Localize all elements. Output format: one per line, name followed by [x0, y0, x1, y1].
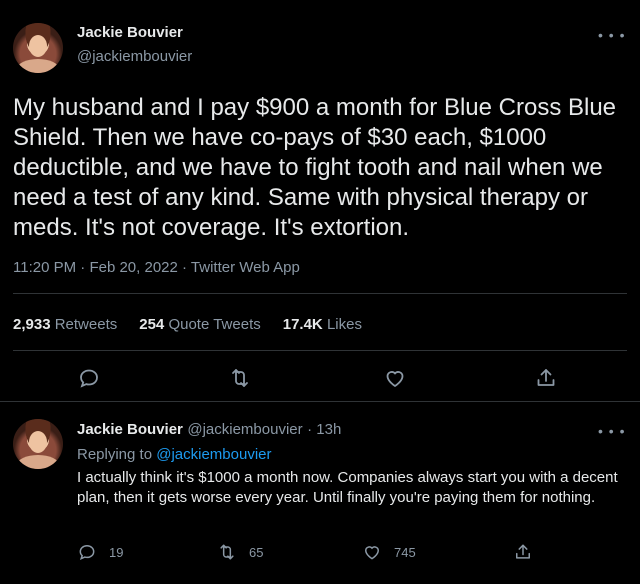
- replying-to-link[interactable]: @jackiembouvier: [156, 446, 271, 463]
- share-upload-icon: [516, 544, 530, 559]
- tweet-stats: 2,933 Retweets 254 Quote Tweets 17.4K Li…: [13, 316, 362, 333]
- tweet-date[interactable]: Feb 20, 2022: [89, 259, 177, 276]
- more-horizontal-icon[interactable]: • • •: [598, 28, 625, 42]
- reply-header: Jackie Bouvier @jackiembouvier · 13h: [77, 421, 342, 438]
- author-name[interactable]: Jackie Bouvier: [77, 421, 183, 438]
- avatar[interactable]: [13, 419, 63, 469]
- like-count: 745: [394, 544, 416, 560]
- retweets-stat[interactable]: 2,933 Retweets: [13, 316, 117, 333]
- divider: [13, 350, 627, 351]
- author-name[interactable]: Jackie Bouvier: [77, 24, 183, 42]
- more-horizontal-icon[interactable]: • • •: [598, 424, 625, 438]
- retweet-icon[interactable]: [228, 366, 252, 390]
- tweet-source[interactable]: Twitter Web App: [191, 259, 300, 276]
- tweet-meta: 11:20 PM · Feb 20, 2022 · Twitter Web Ap…: [13, 259, 300, 276]
- tweet-time[interactable]: 11:20 PM: [13, 259, 76, 276]
- avatar[interactable]: [13, 23, 63, 73]
- reply-bubble-icon[interactable]: [77, 366, 101, 390]
- reply-text: I actually think it's $1000 a month now.…: [77, 469, 618, 506]
- reply-bubble-icon: [79, 544, 95, 561]
- share-upload-icon[interactable]: [534, 366, 558, 390]
- share-button[interactable]: [513, 542, 533, 562]
- retweet-count: 65: [249, 544, 264, 560]
- like-button[interactable]: 745: [362, 542, 416, 562]
- author-handle[interactable]: @jackiembouvier: [187, 421, 302, 438]
- heart-icon[interactable]: [383, 366, 407, 390]
- likes-stat[interactable]: 17.4K Likes: [283, 316, 362, 333]
- heart-icon: [364, 546, 380, 560]
- quote-tweets-stat[interactable]: 254 Quote Tweets: [139, 316, 260, 333]
- tweet-actions: [0, 366, 640, 392]
- reply-actions: 19 65 745: [77, 542, 617, 566]
- author-handle[interactable]: @jackiembouvier: [77, 48, 192, 65]
- reply-age[interactable]: 13h: [316, 421, 341, 438]
- replying-to: Replying to @jackiembouvier: [77, 446, 272, 463]
- main-tweet: Jackie Bouvier @jackiembouvier • • • My …: [0, 0, 640, 402]
- reply-count: 19: [109, 544, 124, 560]
- divider: [13, 293, 627, 294]
- retweet-icon: [220, 544, 234, 560]
- tweet-text: My husband and I pay $900 a month for Bl…: [13, 94, 617, 241]
- reply-button[interactable]: 19: [77, 542, 123, 562]
- retweet-button[interactable]: 65: [217, 542, 263, 562]
